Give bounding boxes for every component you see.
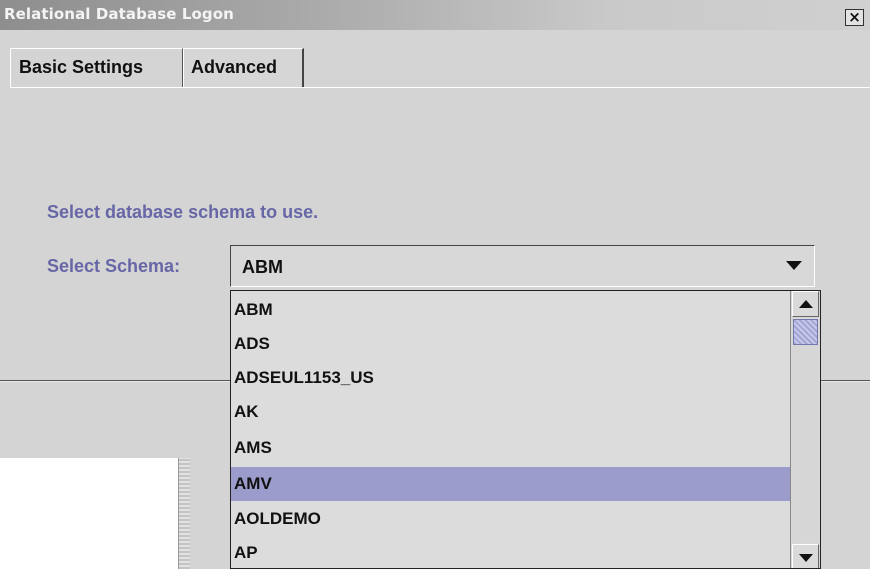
dropdown-scrollbar[interactable] [790,291,820,568]
tab-advanced[interactable]: Advanced [183,48,304,87]
tab-divider [10,87,870,88]
list-item-amv[interactable]: AMV [231,467,791,501]
list-item-ads[interactable]: ADS [231,327,791,361]
tab-bar: Basic Settings Advanced [0,48,870,87]
list-item-ap[interactable]: AP [231,536,791,568]
schema-prompt: Select database schema to use. [47,202,319,222]
list-item-abm[interactable]: ABM [231,293,791,327]
list-item-adseul1153-us[interactable]: ADSEUL1153_US [231,361,791,395]
scroll-thumb[interactable] [793,319,818,345]
schema-label: Select Schema: [47,256,181,276]
scroll-down-arrow-icon[interactable] [792,544,819,568]
tab-basic-settings[interactable]: Basic Settings [10,48,183,87]
window-title: Relational Database Logon [4,5,234,23]
close-icon: × [848,8,861,26]
list-item-ams[interactable]: AMS [231,431,791,465]
close-button[interactable]: × [845,9,864,26]
list-item-ak[interactable]: AK [231,395,791,429]
background-panel-left [0,458,178,569]
schema-dropdown-list[interactable]: ABM ADS ADSEUL1153_US AK AMS AMV AOLDEMO… [230,290,821,569]
schema-select-value: ABM [242,257,283,277]
scroll-track[interactable] [793,345,818,543]
scroll-up-arrow-icon[interactable] [792,291,819,317]
chevron-down-icon[interactable] [786,261,802,270]
title-bar[interactable]: Relational Database Logon × [0,0,870,30]
splitter-handle[interactable] [178,458,190,569]
list-item-aoldemo[interactable]: AOLDEMO [231,502,791,536]
schema-select[interactable]: ABM [230,245,815,287]
